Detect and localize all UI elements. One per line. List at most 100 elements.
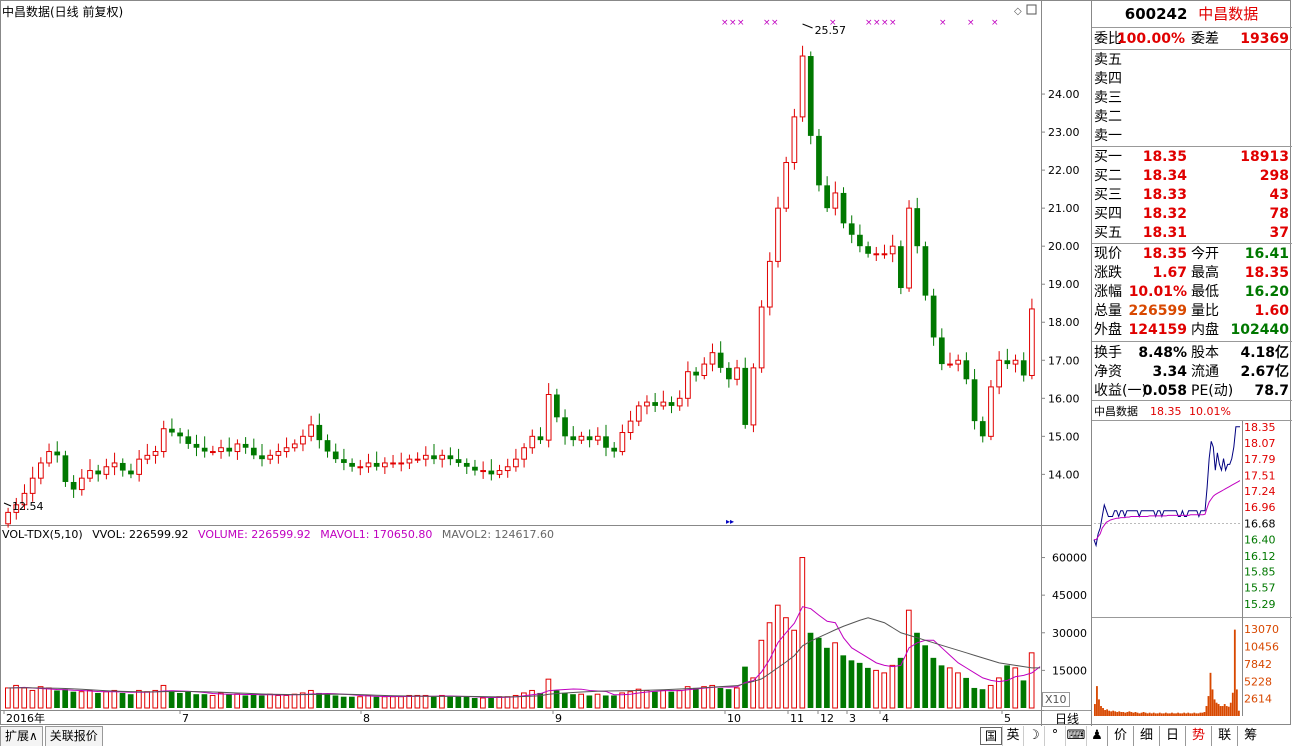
- candle-body: [701, 363, 708, 376]
- tab-chips[interactable]: 筹: [1237, 726, 1263, 746]
- volume-bar: [430, 696, 437, 708]
- quote-value: 2.67亿: [1240, 364, 1289, 380]
- event-marker: ×: [763, 18, 771, 28]
- volume-bar: [733, 687, 740, 709]
- volume-bar: [209, 694, 216, 709]
- sell-row[interactable]: 卖二: [1092, 108, 1291, 127]
- buy-row[interactable]: 买五 18.31 37: [1092, 224, 1291, 243]
- candle-body: [578, 435, 585, 441]
- tab-detail[interactable]: 细: [1133, 726, 1159, 746]
- buy-price: 18.34: [1142, 168, 1187, 184]
- volume-bar: [496, 696, 503, 709]
- intraday-volume-bar: [1179, 713, 1181, 716]
- volume-bar: [635, 688, 642, 709]
- intraday-tick-label: 18.35: [1244, 421, 1276, 434]
- sell-row[interactable]: 卖五: [1092, 51, 1291, 70]
- candle-body: [447, 455, 454, 460]
- buy-row[interactable]: 买三 18.33 43: [1092, 186, 1291, 205]
- buy-row[interactable]: 买二 18.34 298: [1092, 167, 1291, 186]
- candle-body: [439, 454, 446, 460]
- buy-label: 买一: [1094, 149, 1122, 165]
- candle-body: [824, 185, 830, 209]
- candle-body: [152, 451, 159, 456]
- xaxis-label: 9: [555, 712, 562, 725]
- candle-body: [840, 192, 847, 224]
- price-tick-label: 22.00: [1048, 164, 1080, 177]
- intraday-title: 中昌数据: [1094, 404, 1138, 418]
- intraday-volume-bar: [1110, 711, 1113, 716]
- candle-body: [324, 440, 331, 452]
- buy-row[interactable]: 买一 18.35 18913: [1092, 148, 1291, 167]
- moon-icon[interactable]: ☽: [1023, 726, 1044, 746]
- guo-icon[interactable]: 国: [980, 727, 1002, 745]
- keyboard-icon[interactable]: ⌨: [1065, 726, 1086, 746]
- sell-row[interactable]: 卖三: [1092, 89, 1291, 108]
- quote-value: 3.34: [1152, 364, 1187, 380]
- scroll-arrows-icon: ▸▸: [726, 517, 734, 526]
- quote-label: 外盘: [1094, 322, 1122, 338]
- candle-body: [488, 470, 495, 475]
- candle-body: [799, 55, 806, 118]
- window-icon: [1026, 4, 1037, 15]
- user-icon[interactable]: ♟: [1086, 726, 1107, 746]
- candle-body: [316, 424, 323, 441]
- event-marker: ×: [991, 18, 999, 28]
- candle-body: [914, 208, 921, 247]
- quote-label: 涨跌: [1094, 265, 1122, 281]
- related-quote-tab[interactable]: 关联报价: [44, 726, 103, 746]
- period-label[interactable]: 日线: [1044, 710, 1090, 727]
- candle-body: [545, 394, 552, 441]
- sell-label: 卖四: [1094, 71, 1122, 87]
- quote-value: 18.35: [1142, 246, 1187, 262]
- sell-row[interactable]: 卖一: [1092, 127, 1291, 146]
- intraday-volume-bar: [1098, 699, 1100, 716]
- intraday-tick-label: 16.96: [1244, 501, 1276, 514]
- candle-body: [87, 470, 93, 479]
- zoom-label[interactable]: X10: [1042, 692, 1070, 707]
- volume-bar: [365, 694, 372, 709]
- intraday-volume-bar: [1104, 710, 1106, 716]
- volume-bar: [381, 696, 388, 709]
- dot-icon[interactable]: °: [1044, 726, 1065, 746]
- volume-bar: [275, 694, 281, 709]
- extend-tab[interactable]: 扩展∧: [0, 726, 43, 746]
- intraday-tick-label: 15.57: [1244, 582, 1276, 595]
- volume-bar: [250, 694, 257, 708]
- low-price-label: 12.54: [12, 500, 44, 513]
- volume-tick-label: 15000: [1052, 664, 1087, 677]
- candle-body: [70, 481, 77, 490]
- candle-body: [938, 337, 945, 365]
- candle-body: [742, 367, 749, 425]
- sell-row[interactable]: 卖四: [1092, 70, 1291, 89]
- tab-related[interactable]: 联: [1211, 726, 1237, 746]
- volume-bar: [963, 677, 969, 708]
- quote-label: 现价: [1094, 246, 1122, 262]
- xaxis-label: 10: [727, 712, 741, 725]
- quote-row: 收益(一) 0.058 PE(动) 78.7: [1092, 382, 1291, 401]
- tab-trend[interactable]: 势: [1185, 726, 1211, 746]
- tab-daily[interactable]: 日: [1159, 726, 1185, 746]
- candle-body: [832, 192, 839, 209]
- tab-price[interactable]: 价: [1107, 726, 1133, 746]
- intraday-volume-bar: [1106, 709, 1108, 716]
- quote-value: 4.18亿: [1240, 345, 1289, 361]
- quote-label: 换手: [1094, 345, 1122, 361]
- intraday-volume-bar: [1148, 712, 1151, 716]
- quote-value: 124159: [1128, 322, 1187, 338]
- candle-body: [660, 401, 667, 407]
- intraday-tick-label: 17.24: [1244, 485, 1276, 498]
- buy-row[interactable]: 买四 18.32 78: [1092, 205, 1291, 224]
- volume-bar: [136, 689, 142, 709]
- candle-body: [668, 402, 675, 406]
- xaxis-label: 2016年: [6, 711, 45, 725]
- candle-body: [947, 363, 953, 366]
- intraday-volume-bar: [1108, 710, 1111, 716]
- volume-bar: [217, 692, 224, 709]
- ying-icon[interactable]: 英: [1002, 726, 1023, 746]
- event-marker: ×: [721, 18, 729, 28]
- candle-body: [537, 436, 544, 441]
- volume-bar: [717, 687, 724, 708]
- low-price-pointer: [3, 502, 12, 507]
- candle-body: [504, 466, 511, 472]
- bottom-toolbar: 国 英 ☽ ° ⌨ ♟ 价 细 日 势 联 筹: [980, 726, 1263, 746]
